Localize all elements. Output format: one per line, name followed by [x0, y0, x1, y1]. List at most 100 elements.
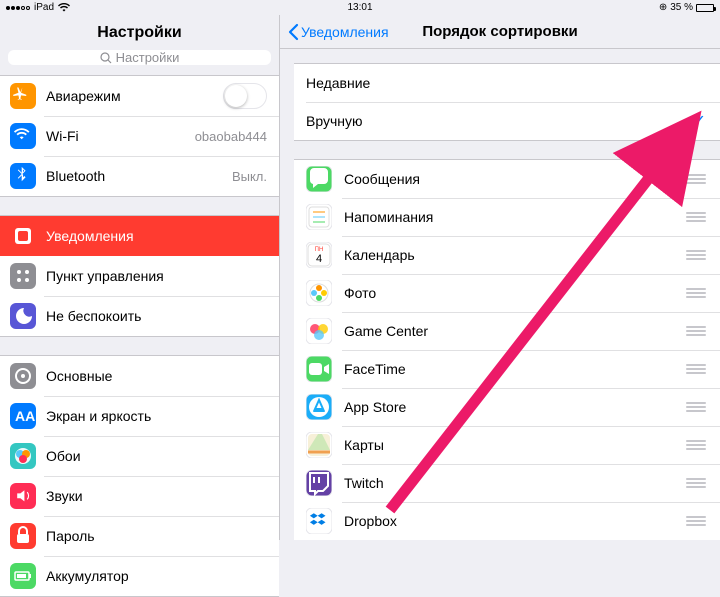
- apps-reorder-list: Сообщения Напоминания ПН4 Календарь Фото Game…: [294, 159, 720, 540]
- row-label: Wi-Fi: [46, 128, 195, 144]
- app-icon: [306, 166, 332, 192]
- app-icon: [306, 432, 332, 458]
- sort-options-group: Недавние Вручную✓: [294, 63, 720, 141]
- row-label: Пункт управления: [46, 268, 267, 284]
- display-icon: AA: [10, 403, 36, 429]
- reorder-handle-icon[interactable]: [686, 212, 706, 222]
- app-label: FaceTime: [344, 361, 686, 377]
- battery-icon: [10, 563, 36, 589]
- app-label: Напоминания: [344, 209, 686, 225]
- app-row[interactable]: Twitch: [294, 464, 720, 502]
- reorder-handle-icon[interactable]: [686, 174, 706, 184]
- option-label: Недавние: [306, 75, 706, 91]
- sidebar-item-general[interactable]: Основные: [0, 356, 279, 396]
- app-icon: [306, 204, 332, 230]
- row-value: obaobab444: [195, 129, 267, 144]
- sidebar-item-control[interactable]: Пункт управления: [0, 256, 279, 296]
- row-label: Звуки: [46, 488, 267, 504]
- reorder-handle-icon[interactable]: [686, 326, 706, 336]
- sidebar-item-bluetooth[interactable]: BluetoothВыкл.: [0, 156, 279, 196]
- notif-icon: [10, 223, 36, 249]
- row-value: Выкл.: [232, 169, 267, 184]
- row-label: Основные: [46, 368, 267, 384]
- reorder-handle-icon[interactable]: [686, 288, 706, 298]
- back-button[interactable]: Уведомления: [288, 23, 389, 41]
- row-label: Уведомления: [46, 228, 267, 244]
- app-label: Фото: [344, 285, 686, 301]
- row-label: Экран и яркость: [46, 408, 267, 424]
- sidebar-item-dnd[interactable]: Не беспокоить: [0, 296, 279, 336]
- detail-pane: Уведомления Порядок сортировки НедавниеВ…: [280, 15, 720, 540]
- app-label: Dropbox: [344, 513, 686, 529]
- sidebar-group-notifications: Уведомления Пункт управления Не беспокоить: [0, 215, 279, 337]
- sidebar-item-wifi[interactable]: Wi-Fiobaobab444: [0, 116, 279, 156]
- app-row[interactable]: Dropbox: [294, 502, 720, 540]
- wifi-icon: [10, 123, 36, 149]
- app-row[interactable]: Карты: [294, 426, 720, 464]
- carrier-label: iPad: [34, 2, 54, 13]
- app-row[interactable]: Game Center: [294, 312, 720, 350]
- row-label: Bluetooth: [46, 168, 232, 184]
- passcode-icon: [10, 523, 36, 549]
- app-row[interactable]: Сообщения: [294, 160, 720, 198]
- sort-option[interactable]: Недавние: [294, 64, 720, 102]
- row-label: Авиарежим: [46, 88, 223, 104]
- svg-text:4: 4: [316, 253, 322, 265]
- sounds-icon: [10, 483, 36, 509]
- wifi-status-icon: [58, 3, 70, 12]
- app-row[interactable]: FaceTime: [294, 350, 720, 388]
- app-icon: ПН4: [306, 242, 332, 268]
- app-icon: [306, 470, 332, 496]
- toggle-switch[interactable]: [223, 83, 267, 109]
- app-row[interactable]: ПН4 Календарь: [294, 236, 720, 274]
- sidebar-item-airplane[interactable]: Авиарежим: [0, 76, 279, 116]
- app-label: Game Center: [344, 323, 686, 339]
- reorder-handle-icon[interactable]: [686, 364, 706, 374]
- reorder-handle-icon[interactable]: [686, 516, 706, 526]
- sidebar-item-wallpaper[interactable]: Обои: [0, 436, 279, 476]
- sidebar-item-notif[interactable]: Уведомления: [0, 216, 279, 256]
- sidebar-item-display[interactable]: AA Экран и яркость: [0, 396, 279, 436]
- app-label: App Store: [344, 399, 686, 415]
- bluetooth-icon: [10, 163, 36, 189]
- dnd-icon: [10, 303, 36, 329]
- airplane-icon: [10, 83, 36, 109]
- app-row[interactable]: Фото: [294, 274, 720, 312]
- reorder-handle-icon[interactable]: [686, 440, 706, 450]
- reorder-handle-icon[interactable]: [686, 250, 706, 260]
- battery-pct: 35 %: [670, 2, 693, 13]
- checkmark-icon: ✓: [693, 111, 706, 131]
- reorder-handle-icon[interactable]: [686, 478, 706, 488]
- app-row[interactable]: App Store: [294, 388, 720, 426]
- sidebar-group-connectivity: АвиарежимWi-Fiobaobab444BluetoothВыкл.: [0, 75, 279, 197]
- app-row[interactable]: Напоминания: [294, 198, 720, 236]
- sidebar-item-sounds[interactable]: Звуки: [0, 476, 279, 516]
- app-label: Twitch: [344, 475, 686, 491]
- sidebar-title: Настройки: [0, 15, 279, 50]
- app-label: Карты: [344, 437, 686, 453]
- sidebar-item-battery[interactable]: Аккумулятор: [0, 556, 279, 596]
- row-label: Обои: [46, 448, 267, 464]
- app-icon: [306, 318, 332, 344]
- orientation-lock-icon: ⊕: [659, 2, 667, 13]
- app-icon: [306, 280, 332, 306]
- clock: 13:01: [242, 2, 478, 13]
- sidebar-item-passcode[interactable]: Пароль: [0, 516, 279, 556]
- sidebar-group-general: Основные AA Экран и яркость Обои Звуки Пароль…: [0, 355, 279, 597]
- app-icon: [306, 508, 332, 534]
- app-icon: [306, 394, 332, 420]
- search-icon: [100, 52, 112, 64]
- search-input[interactable]: Настройки: [8, 50, 271, 65]
- sort-option[interactable]: Вручную✓: [294, 102, 720, 140]
- svg-text:AA: AA: [15, 408, 35, 424]
- app-label: Сообщения: [344, 171, 686, 187]
- option-label: Вручную: [306, 113, 693, 129]
- general-icon: [10, 363, 36, 389]
- app-label: Календарь: [344, 247, 686, 263]
- row-label: Аккумулятор: [46, 568, 267, 584]
- reorder-handle-icon[interactable]: [686, 402, 706, 412]
- status-bar: iPad 13:01 ⊕ 35 %: [0, 0, 720, 15]
- row-label: Не беспокоить: [46, 308, 267, 324]
- app-icon: [306, 356, 332, 382]
- chevron-left-icon: [288, 23, 299, 41]
